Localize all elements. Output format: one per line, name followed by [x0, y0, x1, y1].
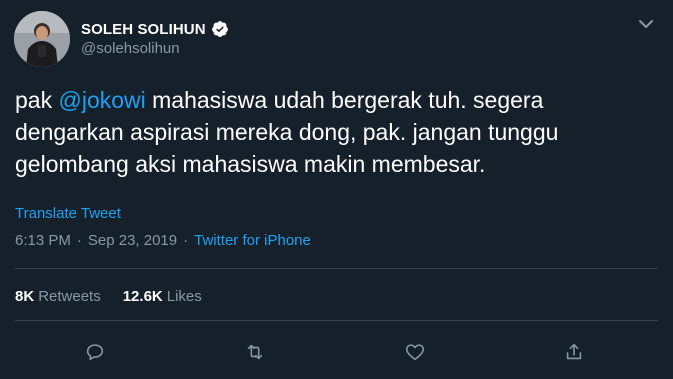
retweets-stat[interactable]: 8K Retweets [15, 288, 101, 305]
display-name[interactable]: SOLEH SOLIHUN [81, 21, 206, 38]
heart-icon[interactable] [402, 339, 428, 365]
reply-icon[interactable] [82, 339, 108, 365]
translate-tweet-link[interactable]: Translate Tweet [15, 205, 121, 222]
tweet-actions [0, 339, 673, 365]
tweet-text: pak @jokowi mahasiswa udah bergerak tuh.… [15, 84, 660, 180]
meta-separator: · [76, 232, 82, 249]
tweet-stats: 8K Retweets 12.6K Likes [15, 288, 202, 305]
retweets-count: 8K [15, 288, 35, 305]
retweet-icon[interactable] [242, 339, 268, 365]
likes-label: Likes [166, 288, 202, 305]
verified-badge-icon [211, 20, 229, 38]
chevron-down-icon[interactable] [636, 14, 656, 34]
divider [15, 320, 658, 321]
likes-stat[interactable]: 12.6K Likes [123, 288, 202, 305]
likes-count: 12.6K [122, 288, 163, 305]
tweet-source-link[interactable]: Twitter for iPhone [194, 232, 311, 249]
avatar[interactable] [14, 11, 70, 67]
retweets-label: Retweets [38, 288, 101, 305]
tweet-meta: 6:13 PM · Sep 23, 2019 · Twitter for iPh… [15, 232, 311, 249]
tweet-time[interactable]: 6:13 PM [15, 232, 71, 249]
meta-separator: · [183, 232, 189, 249]
tweet-card: SOLEH SOLIHUN @solehsolihun pak @jokowi … [0, 0, 673, 379]
tweet-text-prefix: pak [15, 87, 59, 113]
share-icon[interactable] [561, 339, 587, 365]
mention-link[interactable]: @jokowi [58, 87, 145, 113]
divider [15, 268, 658, 269]
user-name-row[interactable]: SOLEH SOLIHUN [81, 18, 229, 40]
tweet-date[interactable]: Sep 23, 2019 [88, 232, 177, 249]
user-handle[interactable]: @solehsolihun [81, 40, 180, 57]
avatar-image [14, 11, 70, 67]
